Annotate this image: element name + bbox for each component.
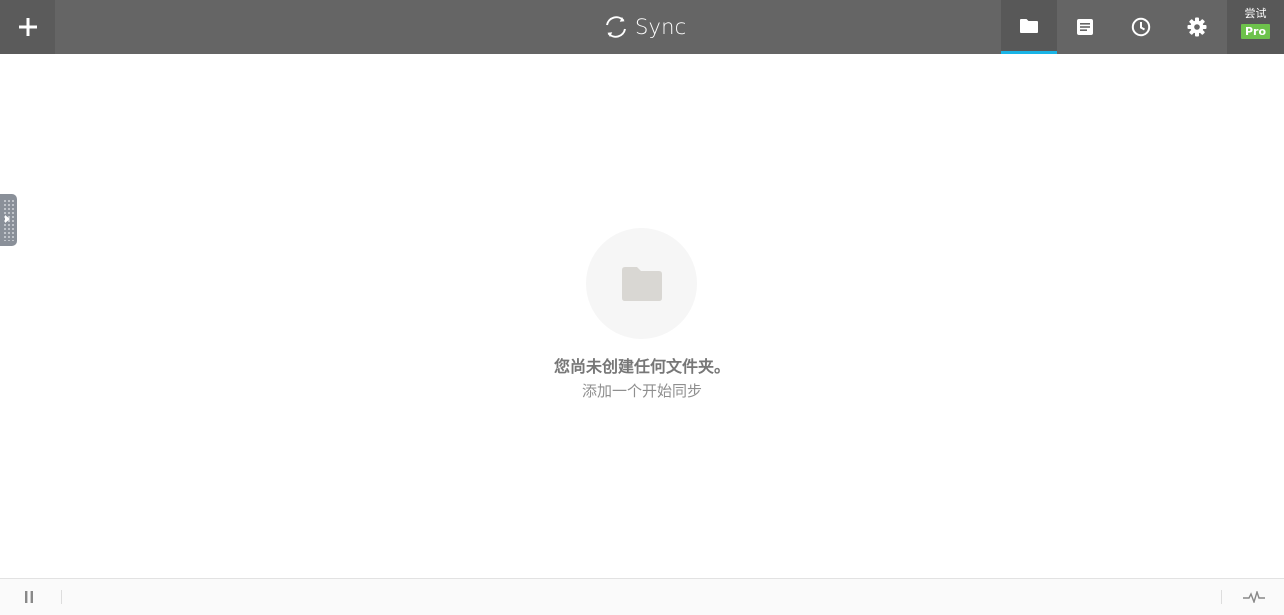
clock-icon [1131,17,1151,37]
plus-icon [18,18,37,36]
app-title: Sync [635,15,687,39]
gear-icon [1187,17,1207,37]
status-bar [0,578,1284,615]
empty-state-illustration [586,228,697,339]
sync-arrows-icon [606,16,626,38]
expand-arrow-icon [5,215,10,223]
folder-icon [621,266,662,301]
activity-pulse-icon [1243,591,1265,603]
sidebar-toggle-handle[interactable] [0,194,17,246]
status-divider [61,590,62,604]
app-brand: Sync [603,12,686,42]
pause-icon [25,591,33,603]
status-divider [1221,590,1222,604]
add-folder-button[interactable] [0,0,55,54]
pro-badge: Pro [1240,24,1271,39]
empty-state-title: 您尚未创建任何文件夹。 [553,357,730,376]
tab-preferences[interactable] [1169,0,1225,54]
tab-folders[interactable] [1001,0,1057,54]
try-pro-button[interactable]: 尝试 Pro [1227,0,1284,54]
tab-history[interactable] [1113,0,1169,54]
top-bar: Sync 尝试 Pro [0,0,1284,54]
empty-state-subtitle: 添加一个开始同步 [581,382,702,400]
document-icon [1077,19,1093,35]
activity-button[interactable] [1240,588,1268,606]
pause-sync-button[interactable] [18,588,40,606]
sync-app-window: Sync 尝试 Pro 您尚未创建任何文件夹。 添加一个开始同步 [0,0,1284,615]
tab-transfers[interactable] [1057,0,1113,54]
folder-icon [1020,18,1038,33]
try-label: 尝试 [1244,7,1267,20]
